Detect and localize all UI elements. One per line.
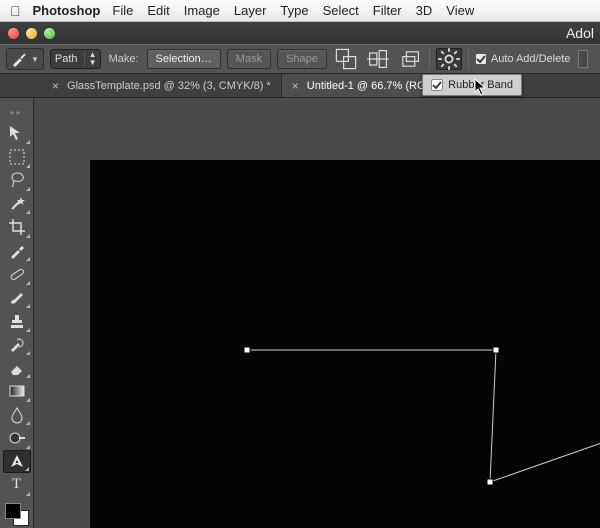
stamp-icon (8, 312, 26, 330)
marquee-tool[interactable] (3, 145, 31, 168)
type-tool[interactable]: T (3, 473, 31, 496)
apple-menu-icon[interactable]:  (10, 3, 21, 19)
brush-tool[interactable] (3, 286, 31, 309)
align-edges-toggle[interactable] (578, 50, 588, 68)
menu-edit[interactable]: Edit (147, 3, 169, 18)
history-brush-icon (8, 335, 26, 353)
make-label: Make: (109, 53, 139, 65)
options-bar: ▼ Path ▲▼ Make: Selection… Mask Shape Au… (0, 44, 600, 74)
document-tab[interactable]: × GlassTemplate.psd @ 32% (3, CMYK/8) * (42, 74, 282, 97)
window-minimize-button[interactable] (26, 28, 37, 39)
path-alignment-button[interactable] (365, 48, 391, 70)
gear-icon (437, 47, 461, 71)
make-mask-button[interactable]: Mask (227, 49, 271, 69)
wand-icon (8, 195, 26, 213)
traffic-lights (8, 28, 55, 39)
pen-tool-icon (11, 51, 27, 67)
dodge-tool[interactable] (3, 426, 31, 449)
tool-mode-value: Path (55, 53, 78, 65)
menu-layer[interactable]: Layer (234, 3, 267, 18)
menu-file[interactable]: File (112, 3, 133, 18)
path-operations-button[interactable] (333, 48, 359, 70)
option-separator-2 (468, 48, 469, 70)
move-tool[interactable] (3, 122, 31, 145)
foreground-color-swatch[interactable] (5, 503, 21, 519)
eraser-icon (8, 359, 26, 377)
tool-mode-select[interactable]: Path ▲▼ (50, 49, 101, 69)
menu-image[interactable]: Image (184, 3, 220, 18)
tool-palette: ▸▸ (0, 98, 34, 528)
auto-add-delete-option[interactable]: Auto Add/Delete (475, 53, 571, 65)
canvas-area (34, 98, 600, 528)
clone-stamp-tool[interactable] (3, 309, 31, 332)
crop-tool[interactable] (3, 215, 31, 238)
arrange-icon (398, 47, 422, 71)
crop-icon (8, 218, 26, 236)
pen-icon (8, 452, 26, 470)
auto-add-delete-label: Auto Add/Delete (491, 53, 571, 65)
gradient-icon (8, 382, 26, 400)
tool-preset-picker[interactable]: ▼ (6, 48, 44, 70)
eraser-tool[interactable] (3, 356, 31, 379)
document-tab-label: Untitled-1 @ 66.7% (RGB (307, 80, 433, 92)
chevron-down-icon: ▼ (31, 55, 39, 64)
osx-menubar:  Photoshop File Edit Image Layer Type S… (0, 0, 600, 22)
make-selection-button[interactable]: Selection… (147, 49, 221, 69)
marquee-icon (8, 148, 26, 166)
close-tab-icon[interactable]: × (52, 79, 59, 93)
rubber-band-label: Rubber Band (448, 79, 513, 91)
menu-view[interactable]: View (446, 3, 474, 18)
workspace: ▸▸ (0, 98, 600, 528)
make-shape-button[interactable]: Shape (277, 49, 327, 69)
gradient-tool[interactable] (3, 379, 31, 402)
menu-filter[interactable]: Filter (373, 3, 402, 18)
path-overlap-icon (334, 47, 358, 71)
blur-tool[interactable] (3, 403, 31, 426)
document-tab-strip: × GlassTemplate.psd @ 32% (3, CMYK/8) * … (0, 74, 600, 98)
bandaid-icon (8, 265, 26, 283)
healing-brush-tool[interactable] (3, 262, 31, 285)
chevron-updown-icon: ▲▼ (84, 51, 96, 67)
document-tab[interactable]: × Untitled-1 @ 66.7% (RGB (282, 74, 444, 97)
menu-3d[interactable]: 3D (416, 3, 433, 18)
window-title: Adol (566, 25, 594, 41)
checkmark-icon (476, 54, 486, 64)
document-tab-label: GlassTemplate.psd @ 32% (3, CMYK/8) * (67, 80, 271, 92)
menu-select[interactable]: Select (323, 3, 359, 18)
option-separator (429, 48, 430, 70)
align-icon (366, 47, 390, 71)
path-arrangement-button[interactable] (397, 48, 423, 70)
type-icon: T (12, 476, 21, 493)
window-titlebar: Adol (0, 22, 600, 44)
eyedropper-icon (8, 242, 26, 260)
geometry-options-popup[interactable]: Rubber Band (422, 74, 522, 96)
move-icon (8, 124, 26, 142)
auto-add-delete-checkbox[interactable] (475, 53, 487, 65)
lasso-icon (8, 171, 26, 189)
document-canvas[interactable] (90, 160, 600, 528)
checkmark-icon (432, 80, 442, 90)
magic-wand-tool[interactable] (3, 192, 31, 215)
lasso-tool[interactable] (3, 169, 31, 192)
brush-icon (8, 288, 26, 306)
window-zoom-button[interactable] (44, 28, 55, 39)
app-menu[interactable]: Photoshop (33, 3, 101, 18)
pen-path-overlay (90, 160, 600, 528)
dodge-icon (8, 429, 26, 447)
pen-tool[interactable] (3, 450, 31, 473)
palette-grip[interactable]: ▸▸ (2, 108, 32, 118)
window-close-button[interactable] (8, 28, 19, 39)
menu-type[interactable]: Type (280, 3, 308, 18)
droplet-icon (8, 406, 26, 424)
history-brush-tool[interactable] (3, 333, 31, 356)
close-tab-icon[interactable]: × (292, 79, 299, 93)
rubber-band-checkbox[interactable] (431, 79, 443, 91)
geometry-options-button[interactable] (436, 48, 462, 70)
eyedropper-tool[interactable] (3, 239, 31, 262)
color-swatches[interactable] (3, 501, 31, 528)
